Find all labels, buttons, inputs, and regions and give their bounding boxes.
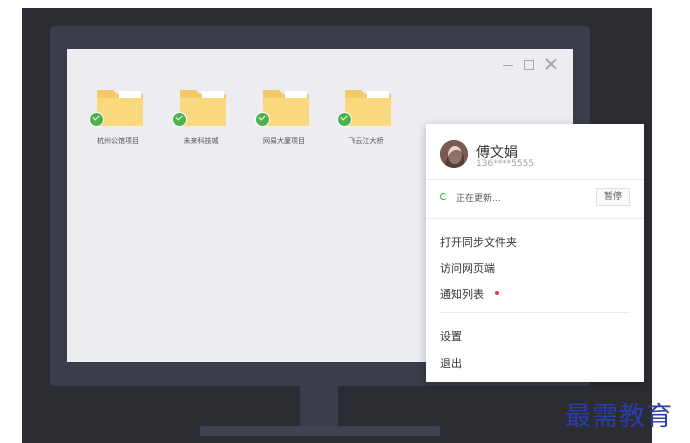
menu-item-open-sync-folder[interactable]: 打开同步文件夹 <box>440 234 517 250</box>
monitor-stand-neck <box>300 386 338 428</box>
synced-check-icon <box>255 112 270 127</box>
close-icon[interactable] <box>545 58 557 70</box>
synced-check-icon <box>172 112 187 127</box>
pause-button[interactable]: 暂停 <box>596 188 630 206</box>
synced-check-icon <box>89 112 104 127</box>
folder-item[interactable]: 飞云江大桥 <box>331 86 401 148</box>
minimize-icon[interactable] <box>503 65 513 66</box>
menu-item-quit[interactable]: 退出 <box>440 355 462 371</box>
menu-item-notifications[interactable]: 通知列表 <box>440 286 484 302</box>
account-menu: 傅文娟 136****5555 正在更新... 暂停 打开同步文件夹 访问网页端… <box>426 124 644 382</box>
notification-dot <box>495 291 499 295</box>
folder-label: 未来科技城 <box>183 137 219 145</box>
folder-item[interactable]: 杭州公馆项目 <box>83 86 153 148</box>
maximize-icon[interactable] <box>524 60 534 70</box>
folder-label: 网易大厦项目 <box>263 137 305 145</box>
account-phone: 136****5555 <box>476 159 535 169</box>
sync-status-icon <box>440 193 447 200</box>
avatar[interactable] <box>440 140 468 168</box>
divider <box>440 312 630 313</box>
menu-item-settings[interactable]: 设置 <box>440 328 462 344</box>
folder-label: 飞云江大桥 <box>348 137 384 145</box>
folder-label: 杭州公馆项目 <box>97 137 139 145</box>
folder-item[interactable]: 未来科技城 <box>166 86 236 148</box>
menu-item-visit-web[interactable]: 访问网页端 <box>440 260 495 276</box>
watermark-text: 最需教育 <box>565 402 674 432</box>
synced-check-icon <box>337 112 352 127</box>
sync-status-text: 正在更新... <box>456 194 501 204</box>
divider <box>426 218 644 219</box>
divider <box>426 179 644 180</box>
monitor-stand-base <box>200 426 440 436</box>
folder-item[interactable]: 网易大厦项目 <box>249 86 319 148</box>
